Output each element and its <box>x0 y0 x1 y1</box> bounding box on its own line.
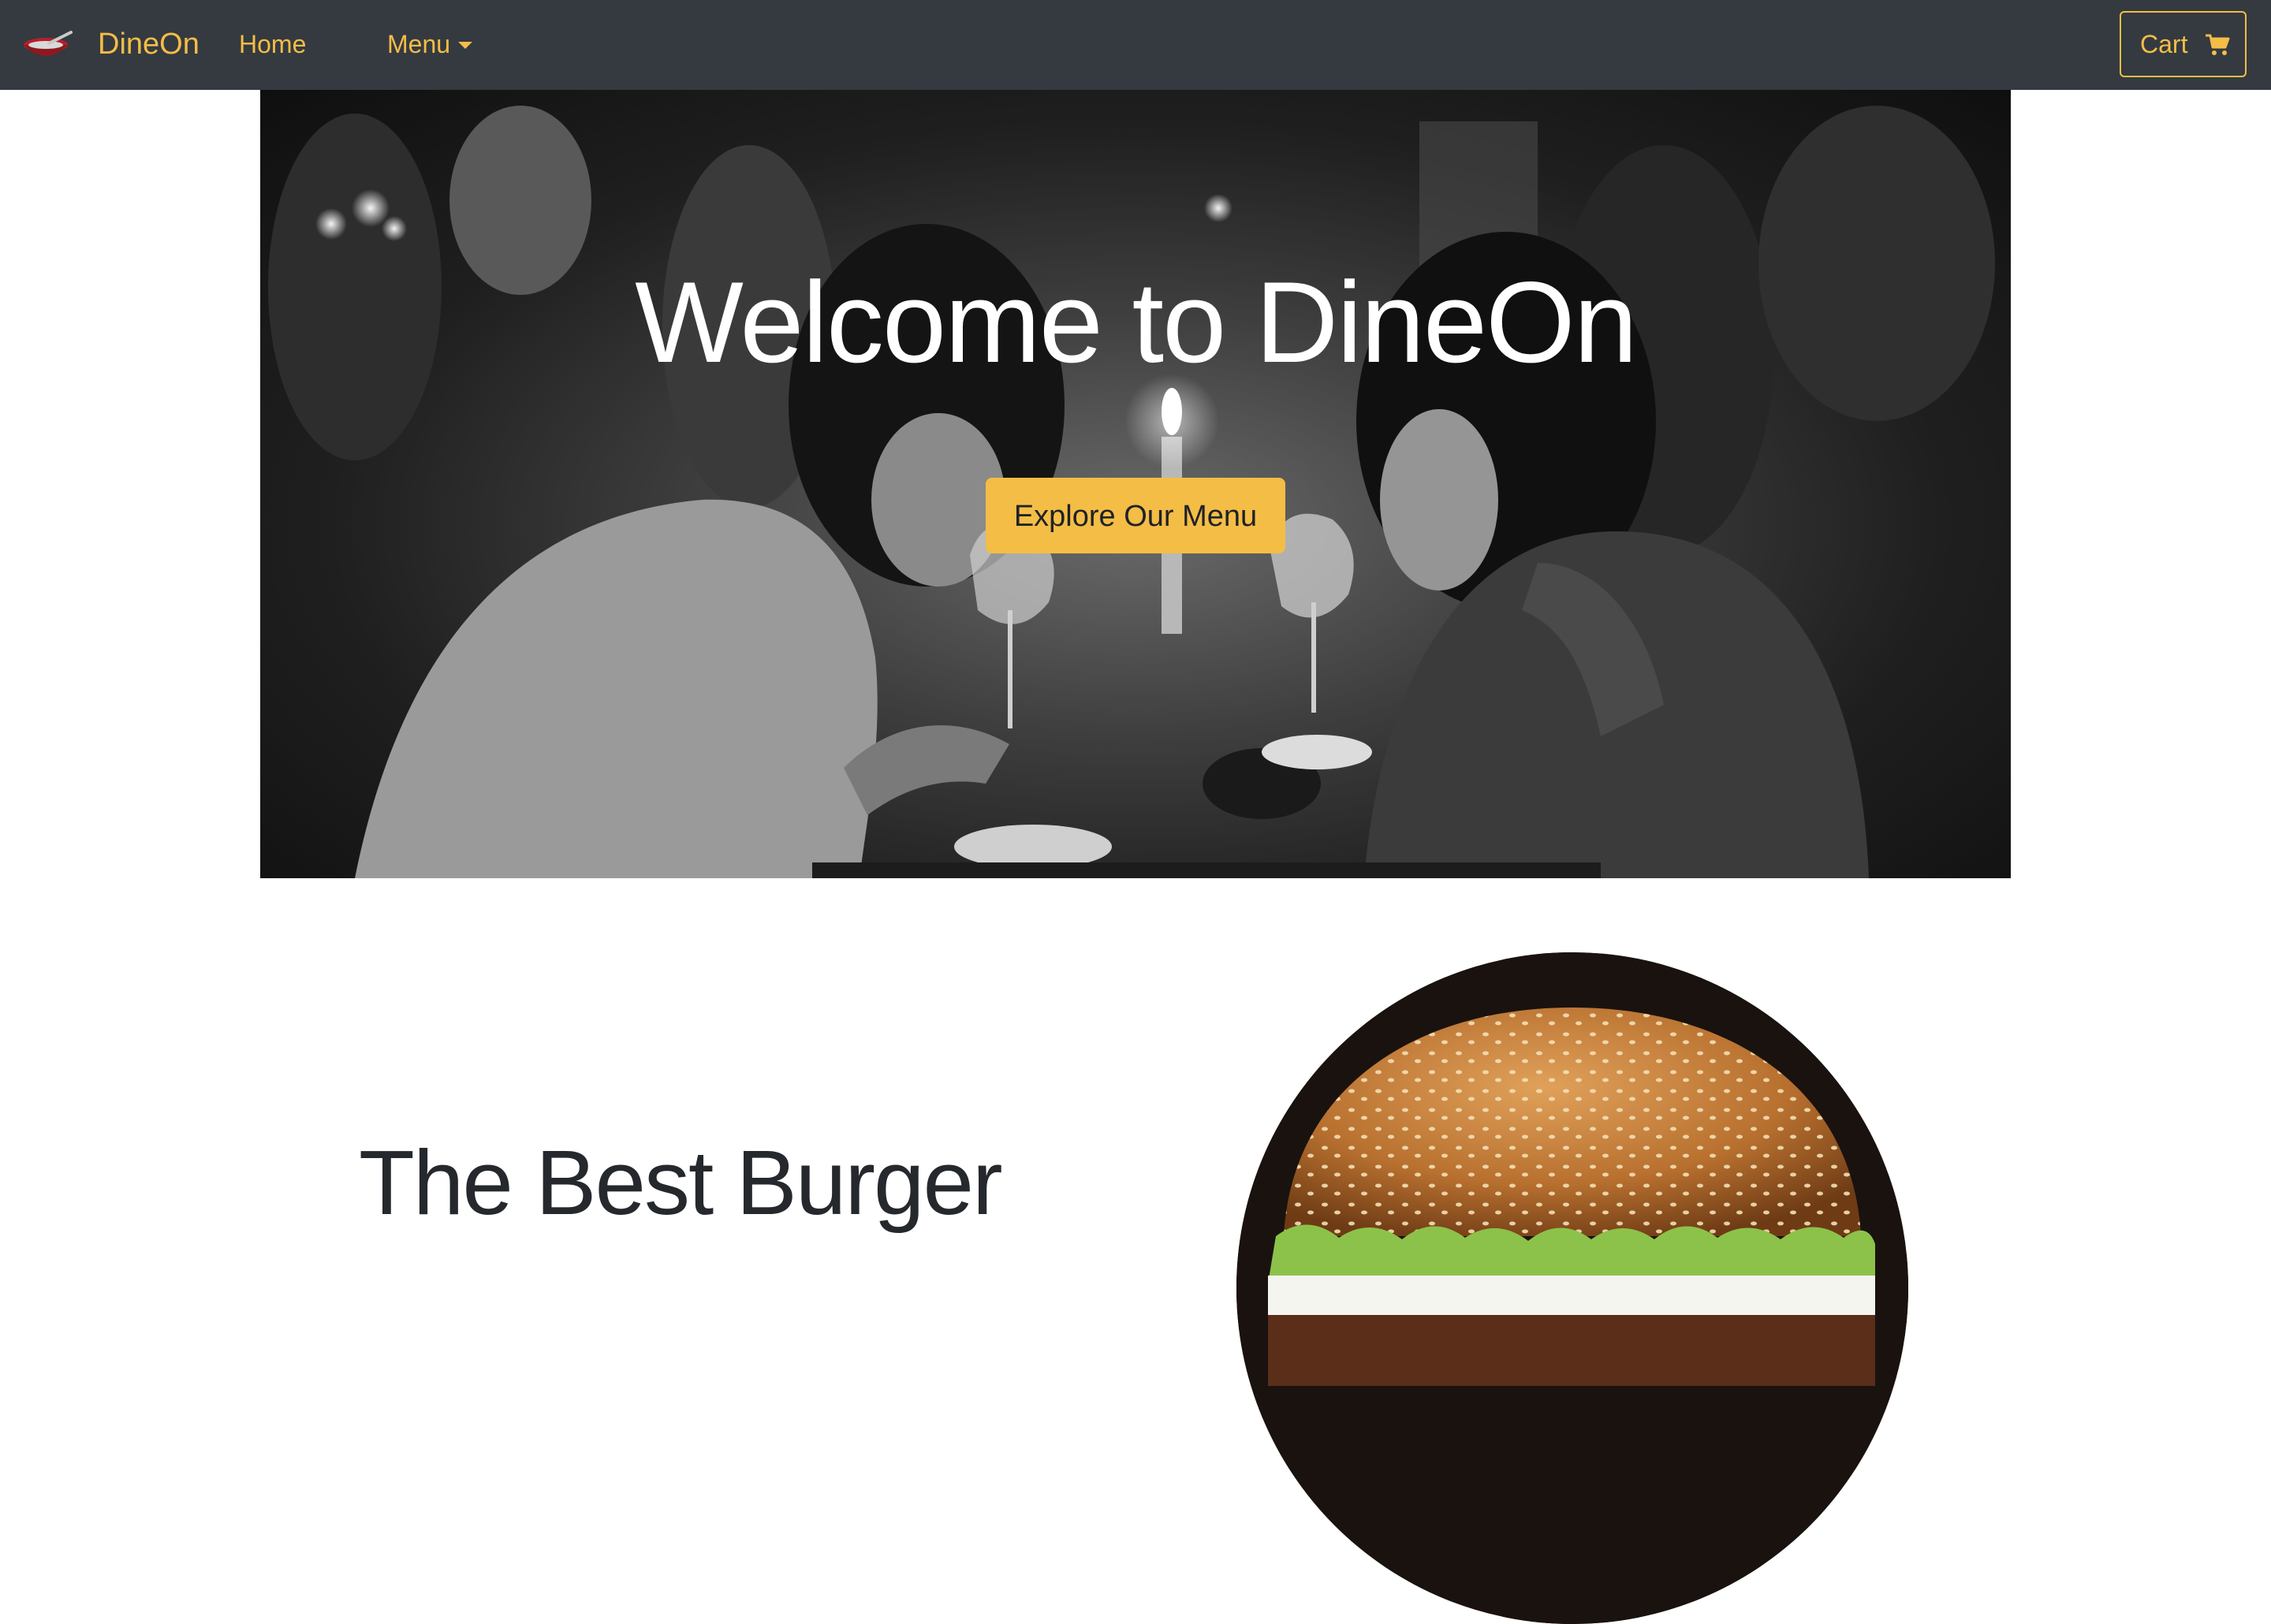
brand-link[interactable]: DineOn <box>98 24 200 65</box>
cart-label: Cart <box>2140 30 2188 58</box>
top-navbar: DineOn Home Menu Cart <box>0 0 2271 90</box>
nav-menu-dropdown[interactable]: Menu <box>387 27 473 61</box>
cart-button[interactable]: Cart <box>2120 11 2247 77</box>
shopping-cart-icon <box>2206 34 2230 55</box>
burger-photo <box>1236 952 1908 1624</box>
nav-menu-label: Menu <box>387 30 451 58</box>
hero-title: Welcome to DineOn <box>635 258 1638 386</box>
burger-illustration <box>1236 952 1908 1624</box>
explore-menu-button[interactable]: Explore Our Menu <box>986 478 1285 553</box>
feature-title: The Best Burger <box>359 1131 1003 1234</box>
hero-banner: Welcome to DineOn Explore Our Menu <box>260 90 2011 878</box>
chevron-down-icon <box>458 42 473 49</box>
bowl-icon[interactable] <box>22 29 73 64</box>
nav-home-link[interactable]: Home <box>239 27 306 61</box>
